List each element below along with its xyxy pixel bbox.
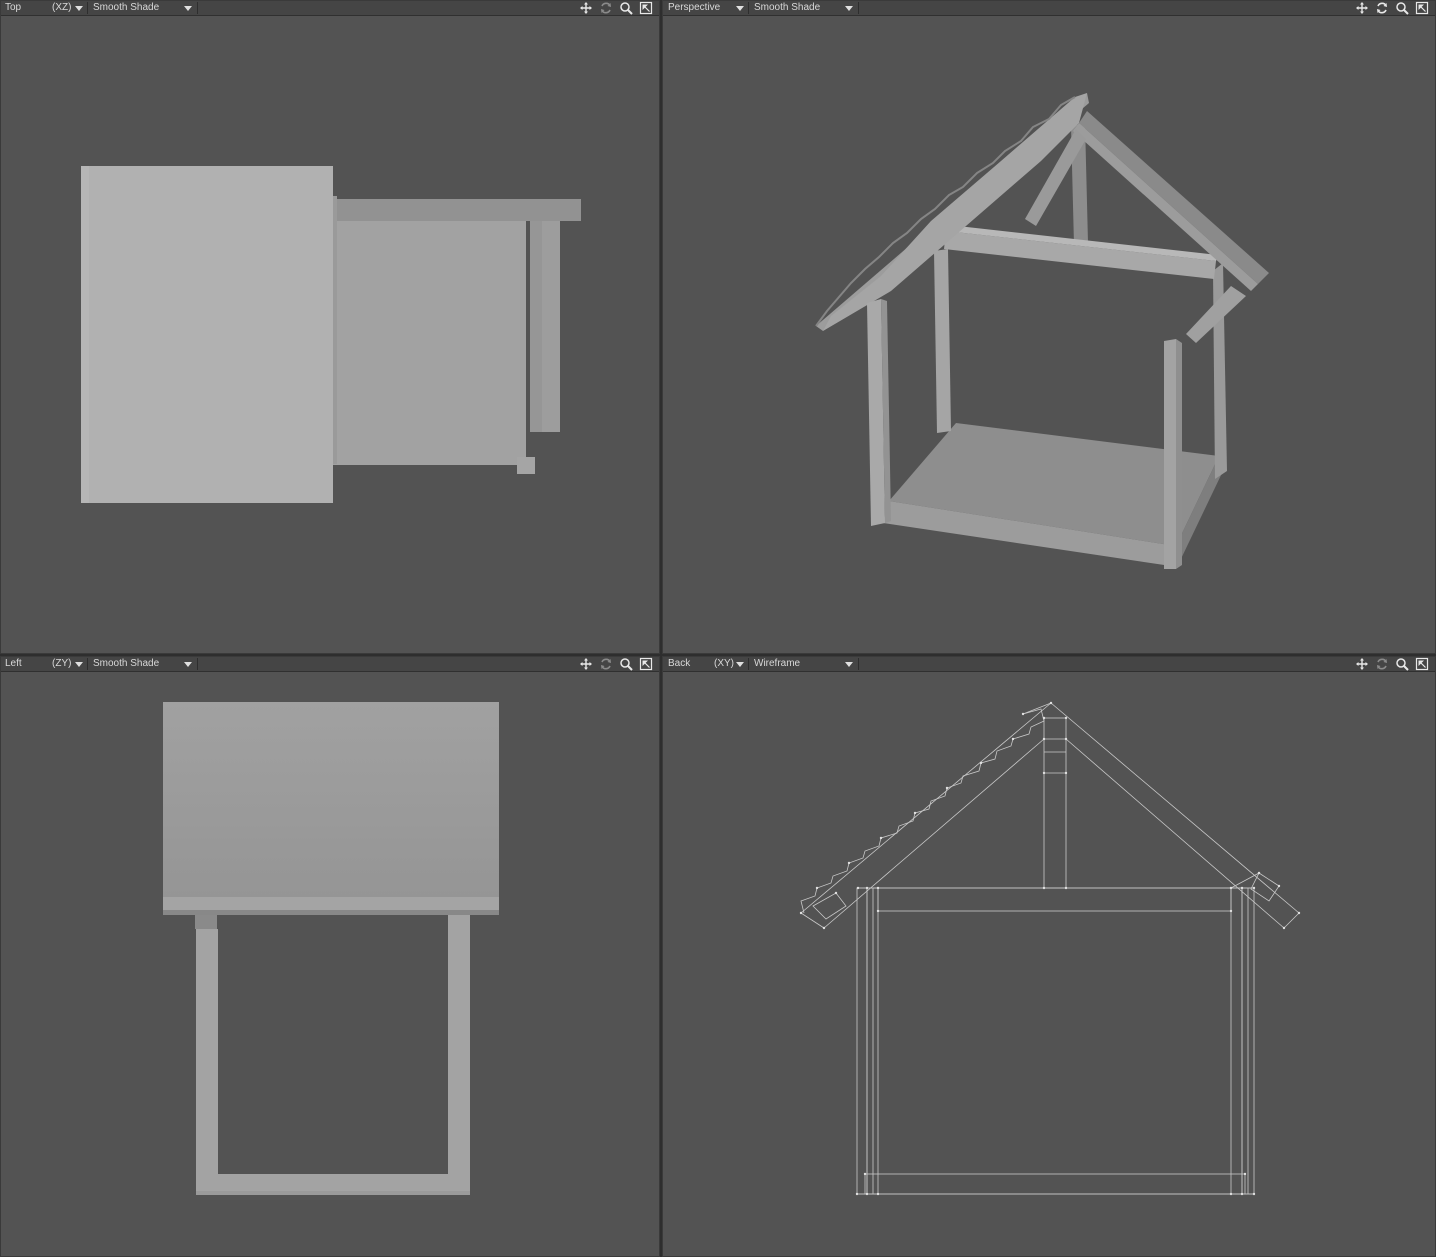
post-cap [517, 457, 535, 474]
shading-mode-dropdown[interactable]: Smooth Shade [754, 1, 820, 15]
shading-chevron-down-icon[interactable] [184, 6, 192, 11]
zoom-icon[interactable] [619, 657, 633, 671]
rotate-icon[interactable] [1375, 1, 1389, 15]
view-plane-label: (XY) [714, 658, 734, 669]
zoom-icon[interactable] [1395, 1, 1409, 15]
move-icon[interactable] [1355, 1, 1369, 15]
view-dropdown-chevron-down-icon[interactable] [75, 662, 83, 667]
divider [748, 658, 749, 670]
viewport-back[interactable]: Back (XY) Wireframe [662, 656, 1436, 1257]
maximize-icon[interactable] [1415, 657, 1429, 671]
move-icon[interactable] [579, 1, 593, 15]
divider [197, 658, 198, 670]
wire-post-right [1230, 887, 1243, 1195]
roof-edge [163, 897, 499, 911]
wire-tie-beam [877, 887, 1232, 912]
post-front-right [1164, 339, 1176, 569]
shading-mode-dropdown[interactable]: Wireframe [754, 657, 800, 671]
shading-mode-dropdown[interactable]: Smooth Shade [93, 657, 159, 671]
shading-chevron-down-icon[interactable] [184, 662, 192, 667]
view-name-label: Top [5, 2, 22, 13]
viewport-canvas-left[interactable] [1, 672, 659, 1256]
view-dropdown-chevron-down-icon[interactable] [75, 6, 83, 11]
post-right [448, 915, 470, 1195]
wire-vertices [799, 701, 1301, 1196]
divider [87, 2, 88, 14]
back-view-wireframe [799, 701, 1301, 1196]
viewport-canvas-top[interactable] [1, 16, 659, 653]
divider [748, 2, 749, 14]
viewport-header: Top (XZ) Smooth Shade [1, 1, 659, 16]
view-dropdown-chevron-down-icon[interactable] [736, 6, 744, 11]
roof-side [163, 702, 499, 898]
left-view-model [163, 702, 499, 1195]
maximize-icon[interactable] [639, 657, 653, 671]
viewport-top[interactable]: Top (XZ) Smooth Shade [0, 0, 660, 654]
rotate-icon[interactable] [599, 1, 613, 15]
viewport-header: Perspective Smooth Shade [663, 1, 1435, 16]
view-name-label: Left [5, 658, 22, 669]
roof-panel [81, 166, 333, 503]
view-plane-label: (XZ) [52, 2, 72, 13]
divider [87, 658, 88, 670]
wire-king-post [1043, 717, 1067, 889]
divider [858, 2, 859, 14]
view-name-label: Back [668, 658, 691, 669]
viewport-header: Left (ZY) Smooth Shade [1, 657, 659, 672]
maximize-icon[interactable] [1415, 1, 1429, 15]
view-dropdown-chevron-down-icon[interactable] [736, 662, 744, 667]
wire-floor [864, 1173, 1246, 1195]
rotate-icon[interactable] [1375, 657, 1389, 671]
maximize-icon[interactable] [639, 1, 653, 15]
divider [197, 2, 198, 14]
zoom-icon[interactable] [1395, 657, 1409, 671]
viewport-header: Back (XY) Wireframe [663, 657, 1435, 672]
move-icon[interactable] [579, 657, 593, 671]
viewport-canvas-back[interactable] [663, 672, 1435, 1256]
perspective-view-model [815, 93, 1269, 569]
move-icon[interactable] [1355, 657, 1369, 671]
shading-chevron-down-icon[interactable] [845, 662, 853, 667]
divider [858, 658, 859, 670]
viewport-canvas-perspective[interactable] [663, 16, 1435, 653]
view-name-label: Perspective [668, 2, 721, 13]
beam-end [195, 915, 217, 929]
rafter-beam [333, 199, 581, 221]
view-plane-label: (ZY) [52, 658, 72, 669]
shading-mode-dropdown[interactable]: Smooth Shade [93, 1, 159, 15]
post-left [196, 929, 218, 1195]
viewport-perspective[interactable]: Perspective Smooth Shade [662, 0, 1436, 654]
shading-chevron-down-icon[interactable] [845, 6, 853, 11]
post-back-left [934, 249, 951, 433]
zoom-icon[interactable] [619, 1, 633, 15]
wire-post-left [856, 887, 868, 1195]
rotate-icon[interactable] [599, 657, 613, 671]
wire-rafter-right-outer [1050, 702, 1300, 914]
floor-panel [333, 221, 526, 465]
top-view-model [81, 166, 581, 503]
wire-rafter-left-outer [800, 702, 1052, 914]
viewport-left[interactable]: Left (ZY) Smooth Shade [0, 656, 660, 1257]
